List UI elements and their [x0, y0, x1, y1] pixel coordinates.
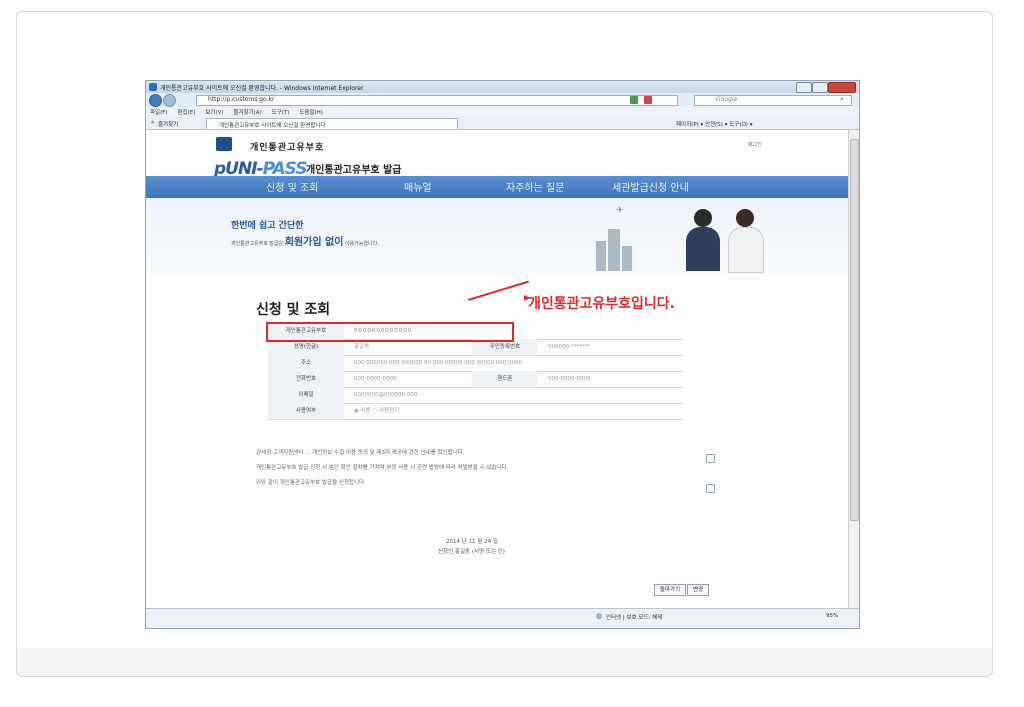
change-button[interactable]: 변경	[687, 584, 709, 596]
hero-headline: 한번에 쉽고 간단한	[231, 218, 304, 231]
nav-faq[interactable]: 자주하는 질문	[506, 179, 564, 194]
hero-subline-b: 회원가입 없이	[284, 237, 344, 248]
card-footer	[16, 648, 993, 677]
hero-headline-b: 간단한	[278, 221, 304, 231]
login-link[interactable]: 로그인	[748, 141, 762, 148]
command-bar[interactable]: 페이지(P) ▾ 안전(S) ▾ 도구(O) ▾	[676, 120, 752, 128]
main-nav	[146, 176, 848, 198]
menu-favorites[interactable]: 즐겨찾기(A)	[233, 110, 261, 116]
row-label: 핸드폰	[472, 371, 538, 387]
notice-2: 개인통관고유부호 발급 신청 시 본인 확인 절차를 거치며 부정 사용 시 관…	[256, 465, 509, 471]
globe-icon: ◍	[596, 612, 603, 620]
row-label: 이메일	[268, 387, 344, 403]
stop-icon[interactable]	[644, 96, 652, 104]
menu-file[interactable]: 파일(F)	[150, 110, 168, 116]
scrollbar-thumb[interactable]	[850, 139, 859, 521]
browser-tab[interactable]: 개인통관고유부호 사이트에 오신걸 환영합니다	[206, 118, 458, 129]
callout-text: 개인통관고유부호입니다.	[528, 296, 675, 312]
person-hair-illustration	[694, 209, 712, 227]
mobile-value: 000-0000-0000	[548, 376, 591, 382]
menu-bar: 파일(F) 편집(E) 보기(V) 즐겨찾기(A) 도구(T) 도움말(H)	[146, 107, 859, 117]
table-row: 주소 000 000000 000 000000 00 000 00000 00…	[268, 355, 683, 372]
go-icon[interactable]	[630, 96, 638, 104]
ie-icon	[149, 83, 157, 91]
browser-window: 개인통관고유부호 사이트에 오신걸 환영합니다. - Windows Inter…	[145, 80, 860, 629]
close-button[interactable]	[828, 82, 856, 93]
search-icon[interactable]: ⌕	[840, 95, 844, 104]
menu-tools[interactable]: 도구(T)	[272, 110, 290, 116]
window-title: 개인통관고유부호 사이트에 오신걸 환영합니다. - Windows Inter…	[160, 85, 364, 92]
favorites-button[interactable]: 즐겨찾기	[158, 120, 178, 128]
building-illustration	[608, 229, 620, 271]
person-hair-illustration	[736, 209, 754, 227]
person-illustration	[728, 227, 764, 273]
section-title: 신청 및 조회	[256, 302, 331, 318]
application-date: 2014 년 11 월 24 일	[446, 539, 498, 545]
hero-subline-a: 개인통관고유부호 발급은	[231, 241, 285, 247]
table-row: 이메일 0000000@000000.000	[268, 387, 683, 404]
customs-logo-icon	[216, 137, 232, 151]
row-label: 사용여부	[268, 403, 344, 419]
building-illustration	[596, 241, 606, 271]
back-button[interactable]: 돌아가기	[654, 584, 686, 596]
security-zone: 인터넷 | 보호 모드: 해제	[606, 615, 663, 621]
phone-value: 000-0000-0000	[354, 376, 397, 382]
address-bar: http://p.customs.go.kr Google ⌕	[146, 93, 859, 108]
url-text: http://p.customs.go.kr	[208, 96, 275, 103]
airplane-icon: ✈	[616, 206, 624, 216]
status-bar: ◍ 인터넷 | 보호 모드: 해제 95%	[146, 608, 859, 628]
hero-subline-c: 이용가능합니다.	[343, 241, 379, 247]
agree-checkbox-2[interactable]	[706, 484, 715, 493]
building-illustration	[622, 246, 632, 271]
forward-icon[interactable]	[163, 94, 176, 107]
notice-text: 관세청 고객지원센터 ... 개인정보 수집·이용 동의 및 제3자 제공에 관…	[256, 449, 726, 488]
agree-checkbox-1[interactable]	[706, 454, 715, 463]
address-value: 000 000000 000 000000 00 000 00000 000 0…	[354, 360, 522, 366]
menu-view[interactable]: 보기(V)	[205, 110, 223, 116]
maximize-button[interactable]	[812, 82, 828, 93]
hero-headline-a: 한번에 쉽고	[231, 221, 279, 231]
back-icon[interactable]	[149, 94, 162, 107]
email-value: 0000000@000000.000	[354, 392, 418, 398]
row-label: 주소	[268, 355, 344, 371]
resident-number-value: 000000-*******	[548, 344, 591, 350]
site-name: 개인통관고유부호	[250, 143, 325, 153]
highlight-box	[266, 322, 514, 342]
nav-customs-guide[interactable]: 세관발급신청 안내	[612, 179, 689, 194]
usage-radio-group[interactable]: ◉ 사용 ○ 사용정지	[354, 403, 399, 419]
row-label: 전화번호	[268, 371, 344, 387]
applicant-line: 신청인 홍길동 (서명 또는 인)	[438, 549, 505, 555]
brand-subtitle: 개인통관고유부호 발급	[306, 165, 402, 176]
table-row: 사용여부 ◉ 사용 ○ 사용정지	[268, 403, 683, 420]
minimize-button[interactable]	[796, 82, 812, 93]
tab-title: 개인통관고유부호 사이트에 오신걸 환영합니다	[219, 123, 326, 129]
table-row: 전화번호 000-0000-0000 핸드폰 000-0000-0000	[268, 371, 683, 388]
menu-help[interactable]: 도움말(H)	[299, 110, 323, 116]
favorites-bar: ★ 즐겨찾기 개인통관고유부호 사이트에 오신걸 환영합니다 페이지(P) ▾ …	[146, 117, 859, 130]
notice-1: 관세청 고객지원센터 ... 개인정보 수집·이용 동의 및 제3자 제공에 관…	[256, 450, 465, 456]
zoom-level[interactable]: 95%	[826, 613, 838, 619]
favorites-star-icon: ★	[150, 119, 156, 126]
search-placeholder: Google	[716, 96, 738, 103]
nav-manual[interactable]: 매뉴얼	[404, 179, 432, 194]
notice-3: 위와 같이 개인통관고유부호 발급을 신청합니다.	[256, 480, 366, 486]
hero-subline: 개인통관고유부호 발급은 회원가입 없이 이용가능합니다.	[231, 233, 379, 248]
person-illustration	[686, 227, 720, 271]
menu-edit[interactable]: 편집(E)	[178, 110, 196, 116]
nav-apply-lookup[interactable]: 신청 및 조회	[266, 179, 318, 194]
